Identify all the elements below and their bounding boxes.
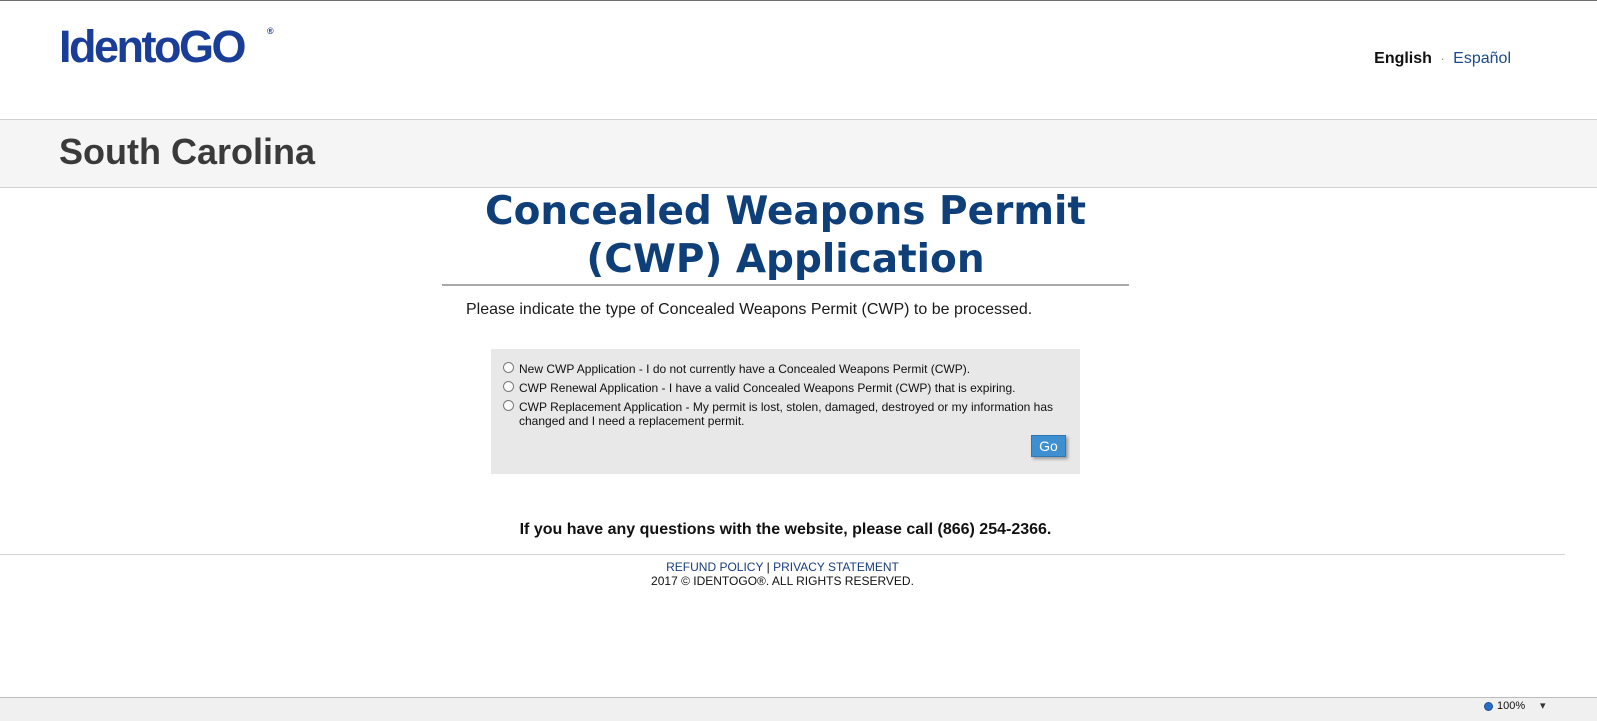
option-label-new-cwp: New CWP Application - I do not currently…: [519, 362, 971, 376]
language-espanol-link[interactable]: Español: [1453, 50, 1511, 67]
radio-new-cwp[interactable]: [503, 362, 514, 373]
browser-status-bar: [0, 697, 1597, 721]
privacy-statement-link[interactable]: PRIVACY STATEMENT: [773, 560, 899, 574]
state-title: South Carolina: [59, 131, 316, 172]
language-switcher: English · Español: [1374, 50, 1511, 68]
footer-links: REFUND POLICY | PRIVACY STATEMENT: [0, 560, 1565, 574]
language-separator: ·: [1440, 51, 1445, 66]
footer-divider: [0, 554, 1565, 555]
page-title: Concealed Weapons Permit (CWP) Applicati…: [485, 189, 1086, 282]
instruction-text: Please indicate the type of Concealed We…: [466, 301, 1033, 318]
footer-link-separator: |: [766, 560, 770, 574]
zoom-level[interactable]: 100%: [1497, 700, 1525, 712]
refund-policy-link[interactable]: REFUND POLICY: [666, 560, 763, 574]
top-border: [0, 0, 1597, 1]
identogo-logo[interactable]: IdentoGO: [59, 20, 246, 74]
logo-registered-mark: ®: [267, 26, 274, 36]
page: IdentoGO ® English · Español South Carol…: [0, 0, 1597, 721]
copyright-text: 2017 © IDENTOGO®. ALL RIGHTS RESERVED.: [651, 574, 914, 588]
radio-replacement-cwp[interactable]: [503, 400, 514, 411]
zoom-globe-icon[interactable]: [1484, 702, 1493, 711]
go-button[interactable]: Go: [1031, 435, 1066, 457]
language-english[interactable]: English: [1374, 50, 1432, 67]
radio-renewal-cwp[interactable]: [503, 381, 514, 392]
zoom-dropdown-chevron-icon[interactable]: ▾: [1540, 699, 1546, 712]
option-label-replacement-cwp: CWP Replacement Application - My permit …: [519, 400, 1054, 428]
logo-text: IdentoGO: [59, 21, 246, 72]
contact-phone-text: If you have any questions with the websi…: [519, 521, 1052, 538]
option-label-renewal-cwp: CWP Renewal Application - I have a valid…: [519, 381, 1016, 395]
title-divider: [442, 284, 1129, 286]
